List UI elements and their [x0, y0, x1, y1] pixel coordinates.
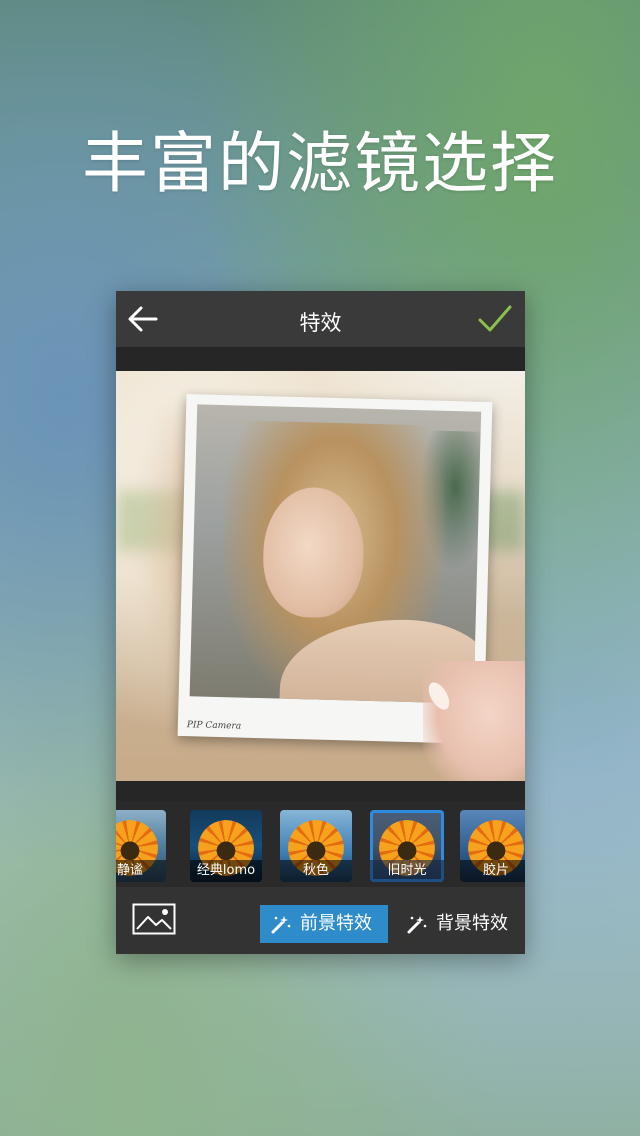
- screen-title: 特效: [299, 311, 342, 335]
- gallery-image-icon[interactable]: [132, 903, 176, 935]
- tab-label: 背景特效: [436, 913, 508, 934]
- filter-strip[interactable]: 静谧 经典lomo 秋色 旧时光 胶片: [116, 801, 525, 887]
- top-bar: 特效: [116, 291, 525, 347]
- portrait-photo: [189, 404, 482, 704]
- filter-label: 胶片: [460, 860, 525, 882]
- filter-thumb-qiuse[interactable]: 秋色: [280, 810, 352, 882]
- filter-label: 静谧: [116, 860, 166, 882]
- filter-thumb-jiaopian[interactable]: 胶片: [460, 810, 525, 882]
- filter-thumb-jingmi[interactable]: 静谧: [116, 810, 166, 882]
- tab-background-effects[interactable]: 背景特效: [396, 905, 524, 943]
- tab-label: 前景特效: [300, 913, 372, 934]
- bottom-bar: 前景特效 背景特效: [116, 887, 525, 954]
- filter-label: 秋色: [280, 860, 352, 882]
- filter-thumb-jiushiguang[interactable]: 旧时光: [370, 810, 444, 882]
- promo-headline: 丰富的滤镜选择: [82, 125, 558, 202]
- magic-wand-icon: [407, 916, 427, 934]
- checkmark-icon[interactable]: [477, 303, 513, 335]
- tab-foreground-effects[interactable]: 前景特效: [260, 905, 388, 943]
- top-divider: [116, 347, 525, 371]
- filter-divider: [116, 781, 525, 801]
- photo-preview: PIP Camera: [116, 371, 525, 781]
- photo-caption: PIP Camera: [186, 720, 242, 732]
- magic-wand-icon: [271, 916, 291, 934]
- hand-shape: [423, 661, 525, 781]
- filter-thumb-lomo[interactable]: 经典lomo: [190, 810, 262, 882]
- filter-label: 旧时光: [370, 860, 444, 882]
- filter-label: 经典lomo: [190, 860, 262, 882]
- face-shape: [261, 486, 366, 619]
- phone-screen: 特效 PIP Camera 静谧 经典lomo 秋色 旧时光 胶片 前景特效 背…: [116, 291, 525, 954]
